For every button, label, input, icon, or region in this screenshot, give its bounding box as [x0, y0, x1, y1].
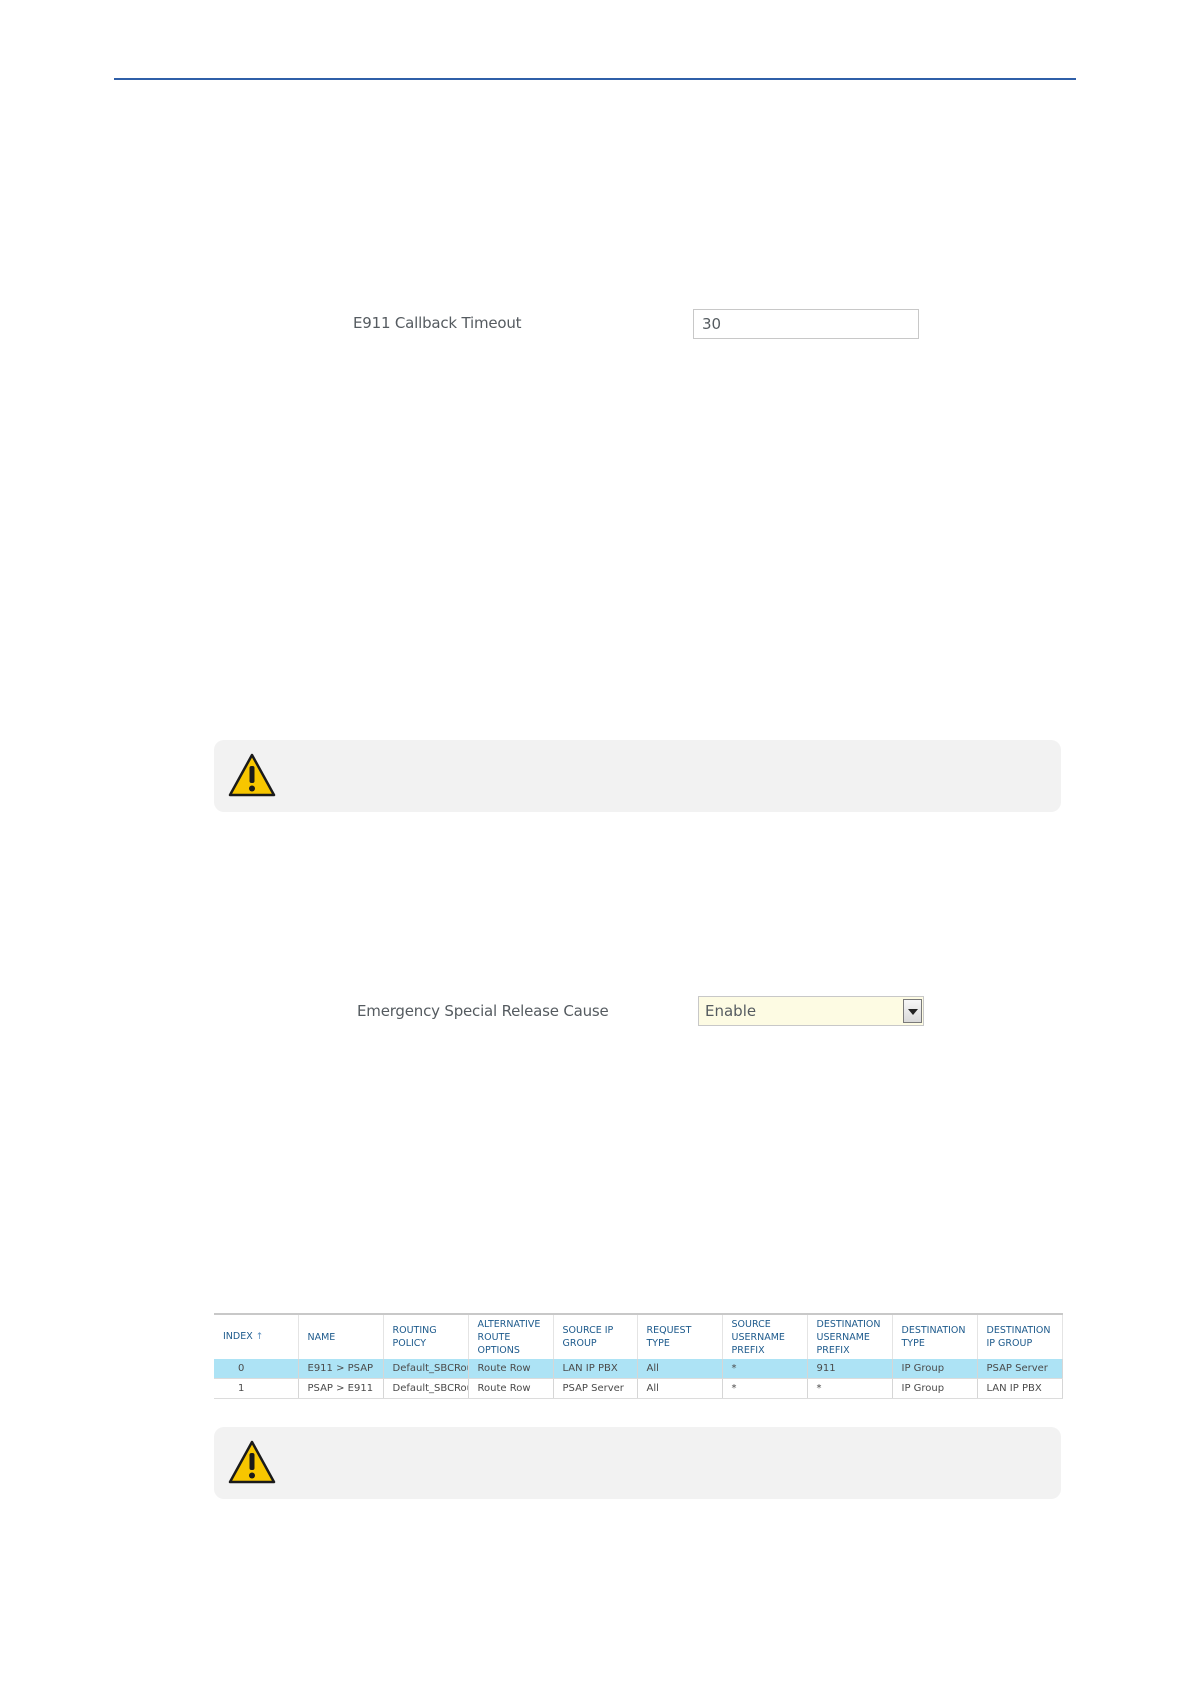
cell-routing-policy: Default_SBCRou	[383, 1378, 469, 1399]
cell-name: E911 > PSAP	[298, 1359, 384, 1379]
e911-callback-timeout-input[interactable]: 30	[693, 309, 919, 339]
table-row[interactable]: 1 PSAP > E911 Default_SBCRou Route Row P…	[214, 1378, 1063, 1399]
column-header-destination-ip-group[interactable]: DESTINATION IP GROUP	[977, 1313, 1063, 1359]
cell-source-ip-group: PSAP Server	[553, 1378, 638, 1399]
emergency-release-cause-label: Emergency Special Release Cause	[357, 1002, 609, 1020]
column-header-destination-username-prefix[interactable]: DESTINATION USERNAME PREFIX	[807, 1313, 893, 1359]
column-header-source-username-prefix[interactable]: SOURCE USERNAME PREFIX	[722, 1313, 808, 1359]
warning-note	[214, 740, 1061, 812]
ip-to-ip-routing-table: INDEX ↑ NAME ROUTING POLICY ALTERNATIVE …	[214, 1313, 1063, 1399]
cell-index: 1	[214, 1378, 299, 1399]
warning-icon	[228, 1440, 276, 1484]
column-header-index[interactable]: INDEX ↑	[214, 1313, 299, 1359]
column-header-alternative-route-options[interactable]: ALTERNATIVE ROUTE OPTIONS	[468, 1313, 554, 1359]
column-header-routing-policy[interactable]: ROUTING POLICY	[383, 1313, 469, 1359]
cell-destination-username-prefix: 911	[807, 1359, 893, 1379]
cell-routing-policy: Default_SBCRou	[383, 1359, 469, 1379]
cell-destination-ip-group: PSAP Server	[977, 1359, 1063, 1379]
column-header-name[interactable]: NAME	[298, 1313, 384, 1359]
cell-destination-type: IP Group	[892, 1378, 978, 1399]
page-header-rule	[114, 78, 1076, 80]
table-row[interactable]: 0 E911 > PSAP Default_SBCRou Route Row L…	[214, 1359, 1063, 1379]
column-header-request-type[interactable]: REQUEST TYPE	[637, 1313, 723, 1359]
column-header-destination-type[interactable]: DESTINATION TYPE	[892, 1313, 978, 1359]
warning-note	[214, 1427, 1061, 1499]
cell-index: 0	[214, 1359, 299, 1379]
cell-alternative-route-options: Route Row	[468, 1378, 554, 1399]
cell-destination-ip-group: LAN IP PBX	[977, 1378, 1063, 1399]
dropdown-arrow-icon[interactable]	[903, 999, 922, 1023]
emergency-release-cause-select[interactable]: Enable	[698, 996, 924, 1026]
table-header-row: INDEX ↑ NAME ROUTING POLICY ALTERNATIVE …	[214, 1313, 1063, 1359]
e911-callback-timeout-label: E911 Callback Timeout	[353, 314, 522, 332]
column-header-source-ip-group[interactable]: SOURCE IP GROUP	[553, 1313, 638, 1359]
cell-source-ip-group: LAN IP PBX	[553, 1359, 638, 1379]
cell-request-type: All	[637, 1378, 723, 1399]
warning-icon	[228, 753, 276, 797]
cell-source-username-prefix: *	[722, 1378, 808, 1399]
cell-destination-type: IP Group	[892, 1359, 978, 1379]
sort-ascending-icon: ↑	[255, 1332, 264, 1342]
cell-alternative-route-options: Route Row	[468, 1359, 554, 1379]
cell-destination-username-prefix: *	[807, 1378, 893, 1399]
cell-request-type: All	[637, 1359, 723, 1379]
emergency-release-cause-value: Enable	[705, 1002, 757, 1020]
cell-name: PSAP > E911	[298, 1378, 384, 1399]
cell-source-username-prefix: *	[722, 1359, 808, 1379]
